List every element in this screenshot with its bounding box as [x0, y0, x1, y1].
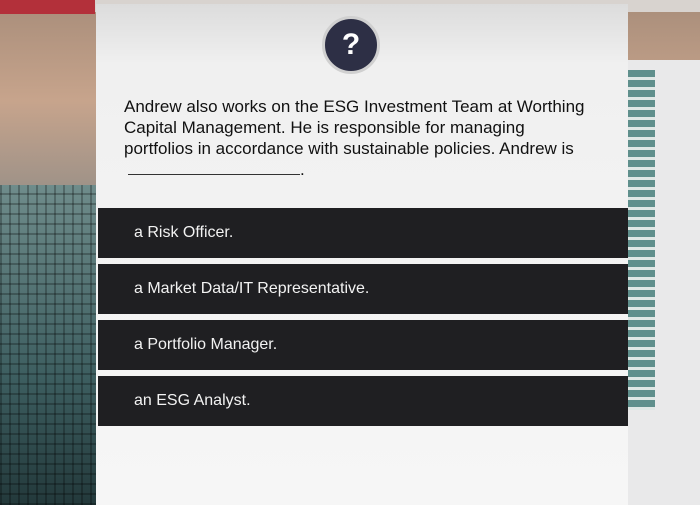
option-label: a Portfolio Manager. — [134, 336, 278, 353]
question-end: . — [300, 160, 305, 179]
question-body: Andrew also works on the ESG Investment … — [124, 97, 585, 158]
background-building-right — [627, 70, 655, 410]
option-market-data-it[interactable]: a Market Data/IT Representative. — [98, 264, 628, 314]
option-label: a Market Data/IT Representative. — [134, 280, 370, 297]
answer-blank — [128, 160, 300, 175]
background-buildings-left — [0, 185, 110, 505]
top-accent-strip — [0, 0, 95, 14]
question-mark-icon: ? — [322, 16, 380, 74]
option-esg-analyst[interactable]: an ESG Analyst. — [98, 376, 628, 426]
question-text: Andrew also works on the ESG Investment … — [124, 96, 594, 180]
question-mark-glyph: ? — [341, 28, 361, 61]
option-portfolio-manager[interactable]: a Portfolio Manager. — [98, 320, 628, 370]
option-label: an ESG Analyst. — [134, 392, 251, 409]
answer-options: a Risk Officer. a Market Data/IT Represe… — [98, 208, 628, 432]
option-label: a Risk Officer. — [134, 224, 234, 241]
option-risk-officer[interactable]: a Risk Officer. — [98, 208, 628, 258]
